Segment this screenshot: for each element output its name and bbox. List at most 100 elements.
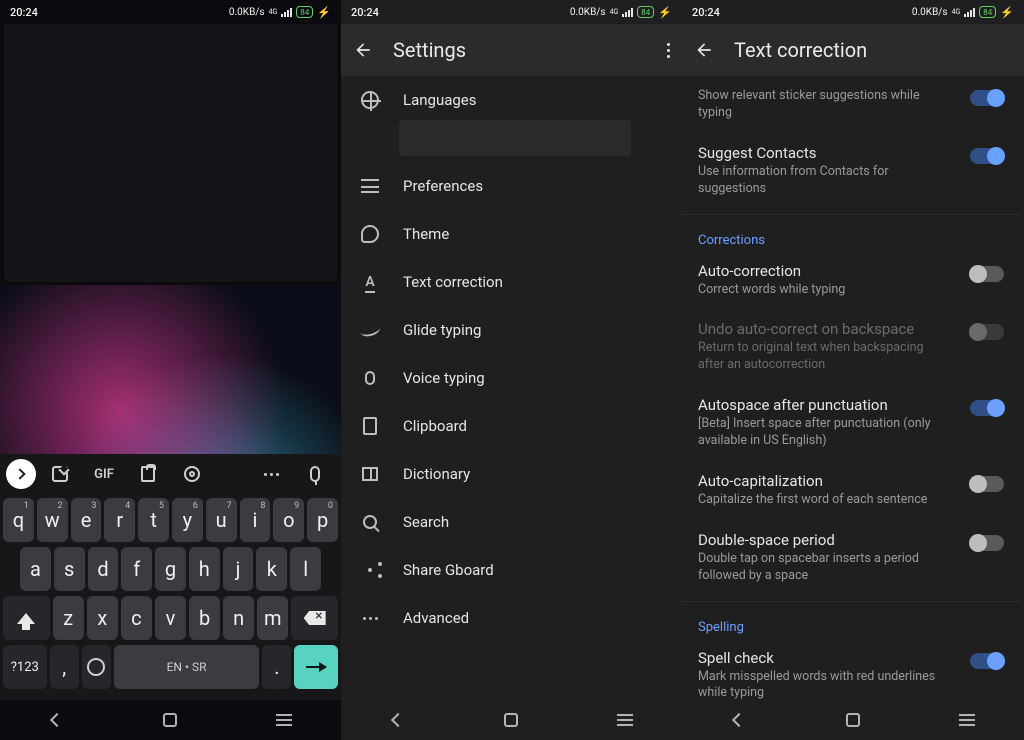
settings-item-voice[interactable]: Voice typing	[341, 354, 682, 402]
item-auto-capitalization[interactable]: Auto-capitalization Capitalize the first…	[682, 462, 1020, 521]
key-k[interactable]: k	[256, 547, 287, 591]
key-period[interactable]: .	[262, 645, 291, 689]
key-b[interactable]: b	[189, 596, 220, 640]
back-icon	[391, 713, 405, 727]
settings-item-label: Advanced	[403, 609, 469, 627]
nav-home[interactable]	[152, 710, 188, 730]
settings-button[interactable]	[172, 459, 212, 489]
section-spelling: Spelling	[682, 606, 1020, 639]
nav-back[interactable]	[39, 710, 75, 730]
key-v[interactable]: v	[155, 596, 186, 640]
key-x[interactable]: x	[87, 596, 118, 640]
settings-list[interactable]: Languages Preferences Theme A Text corre…	[341, 76, 682, 700]
item-auto-correction[interactable]: Auto-correction Correct words while typi…	[682, 252, 1020, 311]
text-correction-list[interactable]: Show relevant sticker suggestions while …	[682, 76, 1024, 700]
key-m[interactable]: m	[257, 596, 288, 640]
toggle-auto-capitalization[interactable]	[970, 476, 1004, 492]
item-autospace[interactable]: Autospace after punctuation [Beta] Inser…	[682, 386, 1020, 462]
key-a[interactable]: a	[20, 547, 51, 591]
voice-input-button[interactable]	[295, 459, 335, 489]
settings-item-label: Clipboard	[403, 417, 467, 435]
more-button[interactable]	[251, 459, 291, 489]
key-backspace[interactable]	[291, 596, 338, 640]
item-sticker-suggestions[interactable]: Show relevant sticker suggestions while …	[682, 76, 1020, 134]
recent-icon	[276, 714, 292, 726]
clock: 20:24	[10, 6, 38, 19]
nav-back[interactable]	[721, 710, 757, 730]
item-spell-check[interactable]: Spell check Mark misspelled words with r…	[682, 639, 1020, 701]
key-o[interactable]: o9	[273, 498, 304, 542]
signal-icon	[281, 8, 292, 17]
item-sub: Mark misspelled words with red underline…	[698, 669, 950, 701]
back-button[interactable]	[694, 40, 714, 60]
clipboard-button[interactable]	[128, 459, 168, 489]
nav-recent[interactable]	[266, 710, 302, 730]
nav-back[interactable]	[380, 710, 416, 730]
key-g[interactable]: g	[155, 547, 186, 591]
toggle-spell-check[interactable]	[970, 653, 1004, 669]
key-enter[interactable]	[294, 645, 338, 689]
item-undo-autocorrect: Undo auto-correct on backspace Return to…	[682, 310, 1020, 386]
item-suggest-contacts[interactable]: Suggest Contacts Use information from Co…	[682, 134, 1020, 210]
back-button[interactable]	[353, 40, 373, 60]
key-f[interactable]: f	[121, 547, 152, 591]
key-y[interactable]: y6	[172, 498, 203, 542]
languages-value-chip[interactable]	[399, 120, 631, 156]
nav-bar	[682, 700, 1024, 740]
settings-item-search[interactable]: Search	[341, 498, 682, 546]
toggle-suggest-contacts[interactable]	[970, 148, 1004, 164]
sticker-button[interactable]	[40, 459, 80, 489]
key-i[interactable]: i8	[240, 498, 271, 542]
settings-item-glide[interactable]: Glide typing	[341, 306, 682, 354]
emoji-icon	[87, 658, 105, 676]
item-title: Double-space period	[698, 531, 950, 549]
toggle-double-space-period[interactable]	[970, 535, 1004, 551]
settings-item-clipboard[interactable]: Clipboard	[341, 402, 682, 450]
key-symbols[interactable]: ?123	[3, 645, 47, 689]
key-j[interactable]: j	[223, 547, 254, 591]
page-title: Settings	[393, 38, 466, 62]
gear-icon	[184, 466, 200, 482]
key-p[interactable]: p0	[307, 498, 338, 542]
key-comma[interactable]: ,	[50, 645, 79, 689]
key-u[interactable]: u7	[206, 498, 237, 542]
clock: 20:24	[351, 6, 379, 19]
settings-item-share[interactable]: Share Gboard	[341, 546, 682, 594]
item-double-space-period[interactable]: Double-space period Double tap on spaceb…	[682, 521, 1020, 597]
nav-recent[interactable]	[949, 710, 985, 730]
key-t[interactable]: t5	[138, 498, 169, 542]
settings-item-theme[interactable]: Theme	[341, 210, 682, 258]
backspace-icon	[304, 611, 326, 625]
nav-recent[interactable]	[607, 710, 643, 730]
overflow-menu-button[interactable]	[667, 43, 670, 58]
settings-item-text-correction[interactable]: A Text correction	[341, 258, 682, 306]
settings-item-dictionary[interactable]: Dictionary	[341, 450, 682, 498]
key-shift[interactable]	[3, 596, 50, 640]
settings-item-languages[interactable]: Languages	[341, 76, 682, 124]
key-n[interactable]: n	[223, 596, 254, 640]
toggle-autospace[interactable]	[970, 400, 1004, 416]
nav-home[interactable]	[835, 710, 871, 730]
key-r[interactable]: r4	[104, 498, 135, 542]
key-e[interactable]: e3	[71, 498, 102, 542]
key-h[interactable]: h	[189, 547, 220, 591]
key-l[interactable]: l	[290, 547, 321, 591]
toolbar-expand-button[interactable]	[6, 459, 36, 489]
key-s[interactable]: s	[54, 547, 85, 591]
key-q[interactable]: q1	[3, 498, 34, 542]
settings-item-advanced[interactable]: Advanced	[341, 594, 682, 642]
toggle-sticker-suggestions[interactable]	[970, 90, 1004, 106]
key-emoji[interactable]	[82, 645, 111, 689]
key-c[interactable]: c	[121, 596, 152, 640]
key-d[interactable]: d	[88, 547, 119, 591]
item-sub: Show relevant sticker suggestions while …	[698, 88, 950, 122]
toggle-auto-correction[interactable]	[970, 266, 1004, 282]
glide-icon	[359, 322, 381, 339]
recent-icon	[959, 714, 975, 726]
key-w[interactable]: w2	[37, 498, 68, 542]
key-z[interactable]: z	[53, 596, 84, 640]
key-space[interactable]: EN • SR	[114, 645, 259, 689]
settings-item-preferences[interactable]: Preferences	[341, 162, 682, 210]
gif-button[interactable]: GIF	[84, 459, 124, 489]
nav-home[interactable]	[493, 710, 529, 730]
